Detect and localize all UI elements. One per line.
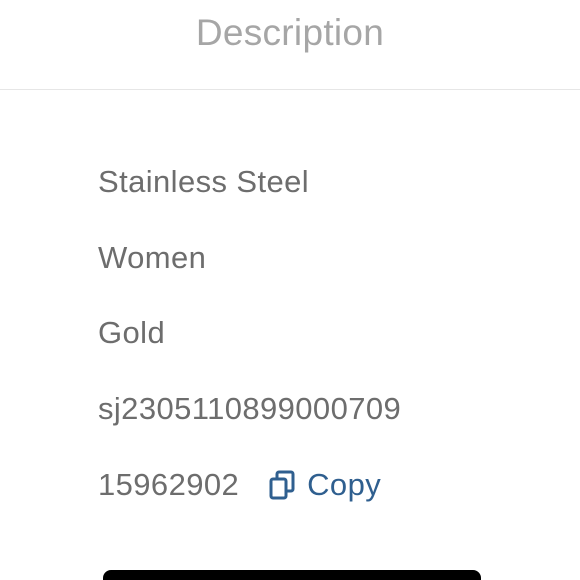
description-tab[interactable]: Description: [0, 12, 580, 54]
product-description-panel: Description Stainless Steel Women Gold s…: [0, 0, 580, 580]
item-id-value: 15962902: [98, 467, 240, 502]
sku-value: sj2305110899000709: [98, 391, 402, 426]
copy-button[interactable]: Copy: [269, 467, 381, 503]
item-id-row: 15962902 Copy: [98, 467, 381, 503]
material-value: Stainless Steel: [98, 164, 310, 199]
bottom-action-bar[interactable]: [103, 570, 481, 580]
copy-icon: [269, 470, 295, 500]
description-tab-header: Description: [0, 0, 580, 90]
gender-value: Women: [98, 240, 207, 275]
color-value: Gold: [98, 315, 166, 350]
copy-label: Copy: [307, 467, 382, 502]
